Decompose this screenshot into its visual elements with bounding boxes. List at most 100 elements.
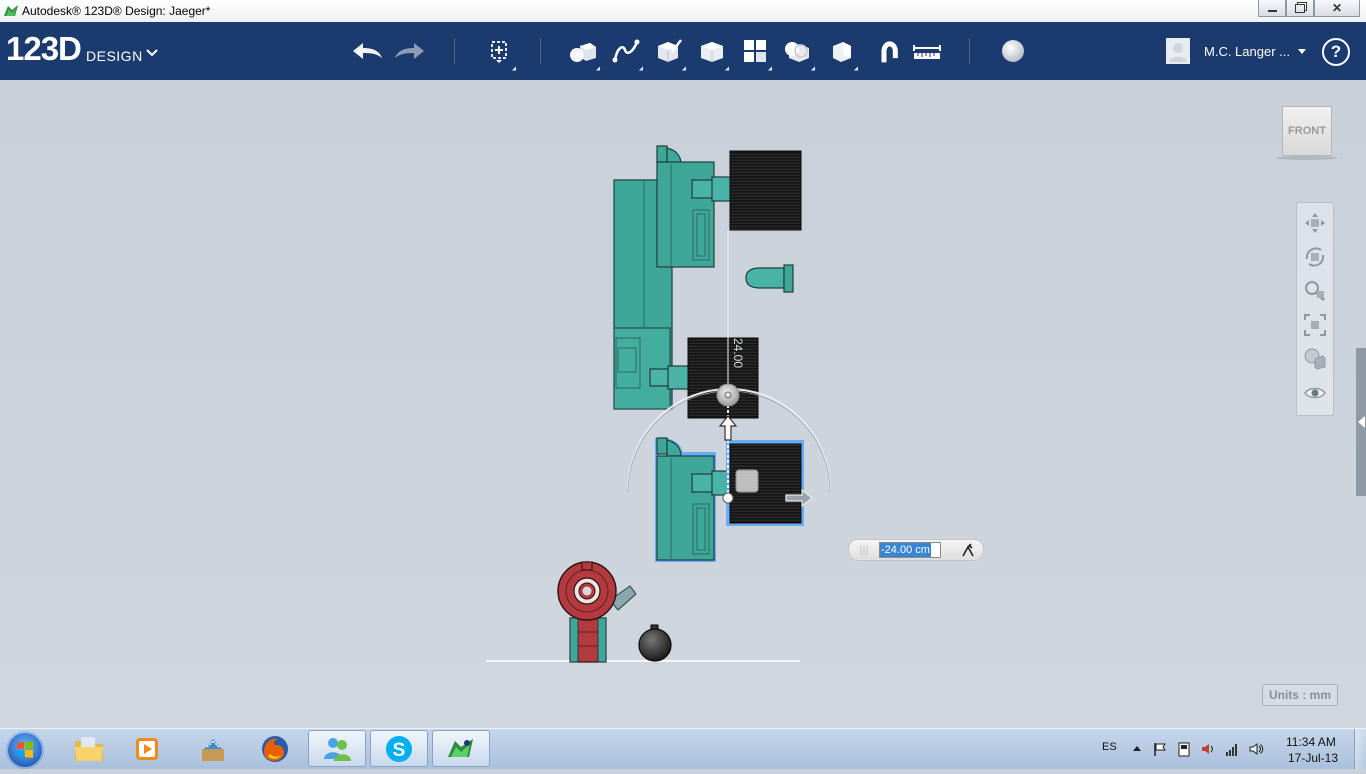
distance-input-value: -24.00 cm — [880, 543, 931, 557]
close-icon: ✕ — [1331, 1, 1343, 15]
modify-icon — [701, 42, 723, 62]
modify-button[interactable] — [695, 35, 732, 73]
material-icon — [1002, 40, 1024, 62]
pattern-icon — [744, 40, 766, 62]
transform-icon — [491, 41, 507, 63]
distance-input[interactable]: -24.00 cm — [879, 542, 941, 558]
dimension-label: 24.00 — [731, 338, 745, 368]
show-hidden-icons-icon[interactable] — [1133, 746, 1141, 751]
minimize-icon — [1267, 10, 1277, 12]
start-button[interactable] — [6, 731, 44, 769]
3d-viewport[interactable]: 24.00 FRONT -24.00 cm Units: mm — [0, 80, 1366, 728]
taskbar: S ES 11:34 AM 17-Jul-13 — [0, 728, 1366, 769]
visibility-icon — [1304, 387, 1326, 399]
close-button[interactable]: ✕ — [1314, 0, 1360, 17]
taskbar-skype[interactable]: S — [370, 730, 428, 767]
restore-icon — [1295, 3, 1305, 13]
view-mode-icon — [1304, 348, 1326, 370]
speaker-icon[interactable] — [1248, 741, 1264, 757]
group-button[interactable] — [781, 35, 818, 73]
red-mount-part[interactable] — [557, 561, 637, 663]
clock-date[interactable]: 17-Jul-13 — [1288, 751, 1338, 765]
user-name[interactable]: M.C. Langer ... — [1204, 44, 1290, 59]
fit-button[interactable] — [1301, 311, 1329, 339]
device-icon[interactable] — [1176, 741, 1192, 757]
snap-button[interactable] — [867, 35, 901, 67]
show-desktop-button[interactable] — [1354, 729, 1366, 769]
measure-button[interactable] — [910, 35, 944, 67]
gizmo-plane-handle[interactable] — [735, 469, 759, 493]
taskbar-media-player[interactable] — [118, 730, 176, 767]
ink-icon — [202, 738, 224, 761]
app-logo[interactable]: 123D — [6, 30, 82, 68]
skype-icon: S — [386, 735, 412, 762]
fit-icon — [1304, 314, 1326, 336]
transform-caret-icon — [511, 66, 519, 73]
toolbar-separator — [454, 38, 455, 64]
primitives-button[interactable] — [566, 35, 603, 73]
snap-tool-icon[interactable] — [960, 542, 976, 558]
restore-button[interactable] — [1286, 0, 1314, 17]
gizmo-center-handle[interactable] — [716, 383, 740, 407]
scene-canvas[interactable]: 24.00 — [0, 80, 1366, 728]
gizmo-origin-point[interactable] — [722, 492, 734, 504]
expand-panel-arrow-icon[interactable] — [1358, 416, 1365, 428]
window-title: Autodesk® 123D® Design: Jaeger* — [22, 4, 211, 18]
gizmo-up-arrow-icon[interactable] — [718, 415, 738, 441]
pan-icon — [1305, 213, 1325, 233]
construct-button[interactable] — [652, 35, 689, 73]
zoom-button[interactable] — [1301, 277, 1329, 305]
redo-button[interactable] — [393, 35, 427, 67]
taskbar-messenger[interactable] — [308, 730, 366, 767]
app-logo-subtitle[interactable]: DESIGN — [86, 48, 143, 64]
language-indicator[interactable]: ES — [1102, 741, 1117, 753]
visibility-button[interactable] — [1301, 379, 1329, 407]
pan-button[interactable] — [1301, 209, 1329, 237]
transform-button[interactable] — [482, 35, 519, 73]
taskbar-123d-design[interactable] — [432, 730, 490, 767]
window-titlebar: Autodesk® 123D® Design: Jaeger* ✕ — [0, 0, 1366, 23]
app-menu-chevron-icon[interactable] — [146, 44, 158, 60]
help-icon: ? — [1330, 42, 1342, 61]
user-menu-caret-icon[interactable] — [1298, 49, 1306, 54]
123d-design-icon — [448, 738, 473, 757]
snap-icon — [881, 41, 898, 63]
sketch-button[interactable] — [609, 35, 646, 73]
view-mode-button[interactable] — [1301, 345, 1329, 373]
app-window-icon — [4, 5, 18, 16]
sketch-icon — [612, 39, 640, 63]
taskbar-ink-app[interactable] — [184, 730, 242, 767]
view-cube[interactable]: FRONT — [1282, 106, 1332, 156]
zoom-icon — [1305, 281, 1326, 302]
undo-button[interactable] — [350, 35, 384, 67]
action-center-flag-icon[interactable] — [1152, 741, 1168, 757]
toolbar-separator — [969, 38, 970, 64]
toolbar-separator — [540, 38, 541, 64]
orbit-icon — [1305, 247, 1325, 267]
taskbar-file-explorer[interactable] — [60, 730, 118, 767]
firefox-icon — [262, 735, 288, 762]
bomb-part[interactable] — [638, 624, 672, 662]
file-explorer-icon — [75, 736, 103, 761]
minimize-button[interactable] — [1258, 0, 1286, 17]
user-icon — [1169, 43, 1187, 62]
windows-logo-icon — [17, 741, 33, 758]
combine-button[interactable] — [824, 35, 861, 73]
units-indicator[interactable]: Units : mm — [1262, 684, 1338, 706]
svg-text:S: S — [393, 740, 406, 761]
drag-grip-icon[interactable] — [859, 544, 869, 556]
network-icon[interactable] — [1224, 741, 1240, 757]
combine-icon — [833, 42, 851, 62]
group-icon — [785, 42, 809, 62]
help-button[interactable]: ? — [1322, 38, 1350, 66]
media-player-icon — [136, 737, 158, 760]
construct-icon — [658, 39, 682, 62]
orbit-button[interactable] — [1301, 243, 1329, 271]
avatar[interactable] — [1166, 38, 1190, 64]
clock-time[interactable]: 11:34 AM — [1286, 735, 1336, 749]
volume-icon[interactable] — [1200, 741, 1216, 757]
top-assembly[interactable] — [613, 145, 802, 419]
pattern-button[interactable] — [738, 35, 775, 73]
material-button[interactable] — [996, 35, 1030, 67]
taskbar-firefox[interactable] — [246, 730, 304, 767]
